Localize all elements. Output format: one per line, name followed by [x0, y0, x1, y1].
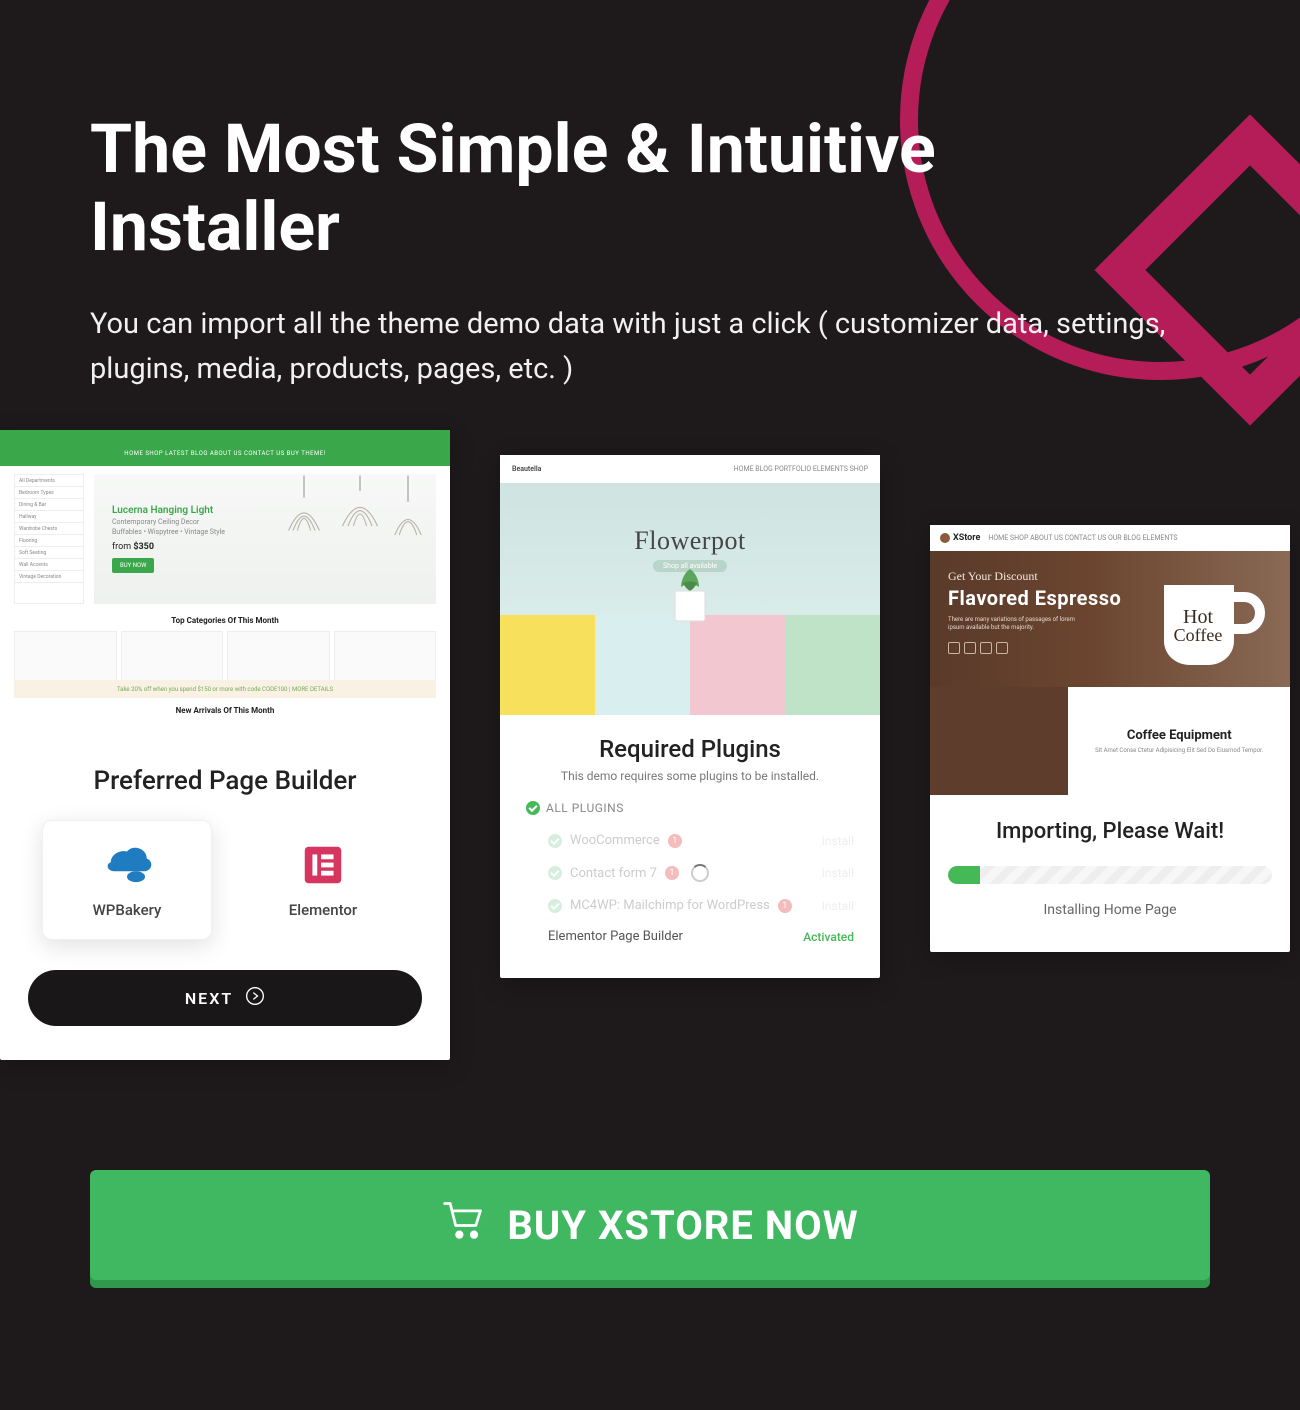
sidebar-item: Wall Accents: [15, 559, 83, 571]
sidebar-item: Dining & Bar: [15, 499, 83, 511]
promo-banner: Take 20% off when you spend $150 or more…: [14, 680, 436, 698]
buy-label: BUY XSTORE NOW: [507, 1202, 858, 1249]
lamp-icon: [338, 474, 382, 554]
buy-button[interactable]: BUY XSTORE NOW: [90, 1170, 1210, 1280]
plugin-action[interactable]: Install: [822, 834, 854, 848]
coffee-mug-icon: Hot Coffee: [1146, 575, 1266, 675]
all-plugins-label: ALL PLUGINS: [546, 801, 624, 815]
card2-title: Required Plugins: [526, 735, 854, 763]
card1-preview: HOME SHOP LATEST BLOG ABOUT US CONTACT U…: [0, 430, 450, 740]
elementor-icon: [296, 841, 350, 893]
preview-hero: Flowerpot Shop all available: [500, 483, 880, 615]
hero-text: There are many variations of passages of…: [948, 616, 1078, 632]
preview-links: HOME BLOG PORTFOLIO ELEMENTS SHOP: [734, 465, 868, 473]
badge: 1: [778, 899, 792, 913]
card-importing: XStore HOME SHOP ABOUT US CONTACT US OUR…: [930, 525, 1290, 952]
page-title: The Most Simple & Intuitive Installer: [90, 110, 1180, 266]
sidebar-item: Bedroom Types: [15, 487, 83, 499]
plugin-name: WooCommerce: [570, 833, 660, 848]
preview-strip: Coffee Equipment Sit Amet Conse Ctetur A…: [930, 687, 1290, 795]
arrivals-title: New Arrivals Of This Month: [14, 706, 436, 715]
preview-brand: Beautella: [512, 465, 541, 473]
progress-bar: [948, 866, 1272, 884]
card3-preview: XStore HOME SHOP ABOUT US CONTACT US OUR…: [930, 525, 1290, 795]
preview-sidebar: All Departments Bedroom Types Dining & B…: [14, 474, 84, 604]
arrow-right-icon: [245, 986, 265, 1010]
builder-label: Elementor: [289, 901, 357, 919]
plugin-row: WooCommerce 1 Install: [526, 825, 854, 856]
sidebar-title: All Departments: [15, 475, 83, 487]
sidebar-item: Wardrobe Chests: [15, 523, 83, 535]
preview-categories: Top Categories Of This Month: [14, 616, 436, 681]
hero-price: from $350: [112, 542, 225, 552]
import-status: Installing Home Page: [948, 902, 1272, 918]
plugin-action[interactable]: Install: [822, 866, 854, 880]
lamp-icon: [282, 474, 326, 554]
flowerpot-icon: [655, 565, 725, 635]
preview-nav: XStore HOME SHOP ABOUT US CONTACT US OUR…: [930, 525, 1290, 551]
sidebar-item: Flooring: [15, 535, 83, 547]
hero-buy-btn: BUY NOW: [112, 558, 154, 573]
check-icon: [548, 899, 562, 913]
sidebar-item: Hallway: [15, 511, 83, 523]
plugin-name: Elementor Page Builder: [548, 929, 683, 944]
check-icon: [548, 866, 562, 880]
plugin-row: Elementor Page Builder Activated: [526, 921, 854, 952]
cards-row: HOME SHOP LATEST BLOG ABOUT US CONTACT U…: [0, 430, 1300, 1060]
card-page-builder: HOME SHOP LATEST BLOG ABOUT US CONTACT U…: [0, 430, 450, 1060]
preview-nav: Beautella HOME BLOG PORTFOLIO ELEMENTS S…: [500, 455, 880, 483]
preview-brand: XStore: [940, 533, 980, 543]
category-tile: [227, 631, 330, 681]
plugin-action: Activated: [803, 930, 854, 944]
hero-block: The Most Simple & Intuitive Installer Yo…: [90, 110, 1180, 392]
hero-product-tags: Buffables • Wispytree • Vintage Style: [112, 528, 225, 536]
category-tile: [334, 631, 437, 681]
card2-subtitle: This demo requires some plugins to be in…: [526, 769, 854, 783]
sidebar-item: Vintage Decoration: [15, 571, 83, 583]
hero-product-title: Lucerna Hanging Light: [112, 505, 225, 516]
page-subtitle: You can import all the theme demo data w…: [90, 302, 1180, 392]
badge: 1: [668, 834, 682, 848]
badge: 1: [665, 866, 679, 880]
plugin-row: Contact form 7 1 Install: [526, 856, 854, 890]
builder-wpbakery[interactable]: WPBakery: [42, 820, 212, 940]
plugin-name: Contact form 7: [570, 866, 657, 881]
card1-title: Preferred Page Builder: [28, 766, 422, 796]
sidebar-item: Soft Seating: [15, 547, 83, 559]
tile-text: Sit Amet Conse Ctetur Adipisicing Elit S…: [1089, 747, 1269, 754]
cart-icon: [441, 1198, 485, 1252]
preview-hero: Lucerna Hanging Light Contemporary Ceili…: [94, 474, 436, 604]
tile-title: Coffee Equipment: [1127, 728, 1232, 743]
wpbakery-icon: [100, 841, 154, 893]
card2-preview: Beautella HOME BLOG PORTFOLIO ELEMENTS S…: [500, 455, 880, 715]
card-plugins: Beautella HOME BLOG PORTFOLIO ELEMENTS S…: [500, 455, 880, 978]
card3-title: Importing, Please Wait!: [948, 819, 1272, 844]
builder-elementor[interactable]: Elementor: [238, 820, 408, 940]
builder-choices: WPBakery Elementor: [28, 820, 422, 940]
hero-title: Flowerpot: [634, 526, 745, 556]
preview-hero: Get Your Discount Flavored Espresso Ther…: [930, 551, 1290, 687]
category-tile: [14, 631, 117, 681]
lamp-icon: [386, 474, 430, 554]
category-tile: [121, 631, 224, 681]
plugin-name: MC4WP: Mailchimp for WordPress: [570, 898, 770, 913]
builder-label: WPBakery: [93, 901, 162, 919]
plugin-action[interactable]: Install: [822, 899, 854, 913]
svg-text:Coffee: Coffee: [1174, 625, 1223, 645]
preview-nav: HOME SHOP LATEST BLOG ABOUT US CONTACT U…: [0, 440, 450, 466]
preview-links: HOME SHOP ABOUT US CONTACT US OUR BLOG E…: [988, 534, 1177, 542]
all-plugins-row: ALL PLUGINS: [526, 801, 854, 815]
categories-title: Top Categories Of This Month: [14, 616, 436, 625]
next-button[interactable]: NEXT: [28, 970, 422, 1026]
hero-product-sub: Contemporary Ceiling Decor: [112, 518, 225, 526]
spinner-icon: [691, 864, 709, 882]
progress-fill: [948, 866, 980, 884]
check-icon: [548, 834, 562, 848]
next-label: NEXT: [185, 989, 233, 1008]
plugin-row: MC4WP: Mailchimp for WordPress 1 Install: [526, 890, 854, 921]
check-icon: [526, 801, 540, 815]
